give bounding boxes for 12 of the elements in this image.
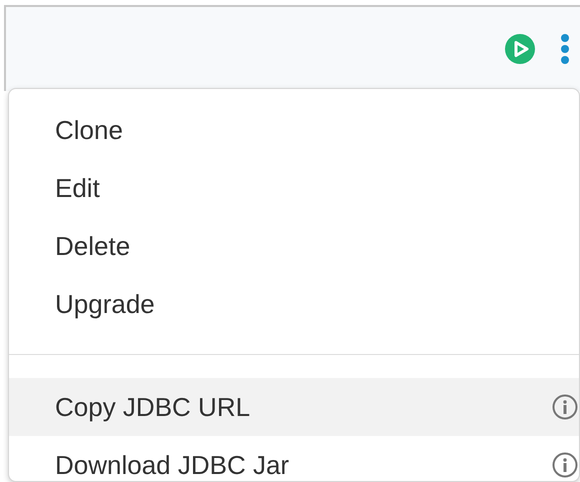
- menu-item[interactable]: Clone: [9, 101, 579, 159]
- play-icon: [504, 33, 536, 65]
- kebab-menu-icon: [560, 33, 570, 65]
- menu-item[interactable]: Copy JDBC URL: [9, 378, 579, 436]
- menu-item[interactable]: Edit: [9, 159, 579, 217]
- info-icon: [552, 452, 578, 478]
- menu-item[interactable]: Download JDBC Jar: [9, 436, 579, 481]
- menu-item[interactable]: Upgrade: [9, 275, 579, 333]
- menu-item[interactable]: Delete: [9, 217, 579, 275]
- info-icon: [552, 394, 578, 420]
- play-button[interactable]: [504, 33, 536, 65]
- more-button[interactable]: [560, 33, 570, 65]
